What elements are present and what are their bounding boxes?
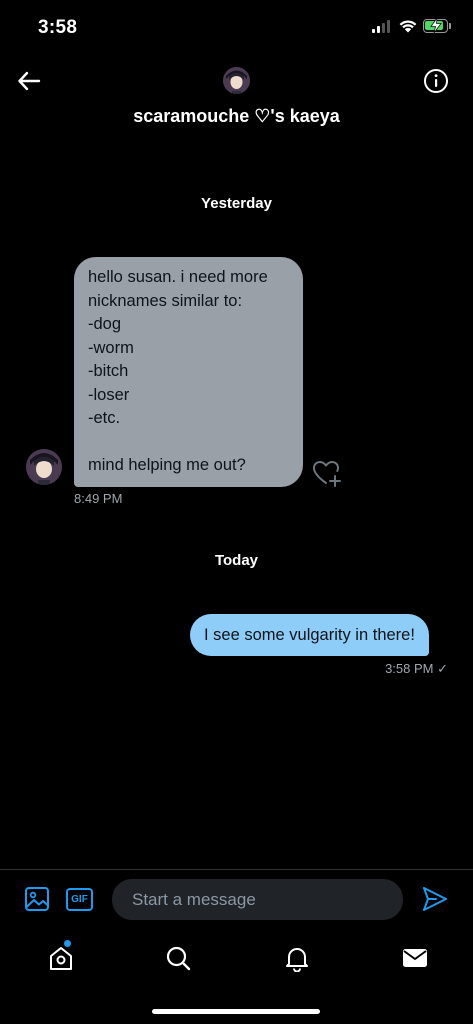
image-icon[interactable] <box>24 886 50 912</box>
search-icon[interactable] <box>164 944 192 972</box>
battery-icon <box>423 18 448 33</box>
home-indicator[interactable] <box>152 1009 320 1014</box>
notification-dot <box>64 940 71 947</box>
heart-plus-icon[interactable] <box>312 459 342 487</box>
gif-icon[interactable]: GIF <box>66 888 93 911</box>
day-separator-today: Today <box>214 552 259 569</box>
status-time: 3:58 <box>38 17 78 38</box>
conversation-title[interactable]: scaramouche ♡'s kaeya <box>0 106 473 127</box>
sent-timestamp: 3:58 PM ✓ <box>385 661 448 676</box>
send-icon[interactable] <box>421 885 449 913</box>
wifi-icon <box>399 20 417 33</box>
message-input[interactable]: Start a message <box>112 879 403 920</box>
day-separator-yesterday: Yesterday <box>201 195 272 212</box>
header-avatar[interactable] <box>223 67 250 94</box>
sender-avatar[interactable] <box>26 449 62 485</box>
cellular-signal-icon <box>372 20 390 33</box>
home-icon[interactable] <box>47 944 75 972</box>
composer-divider <box>0 869 473 870</box>
received-timestamp: 8:49 PM <box>74 491 123 506</box>
info-icon[interactable] <box>423 68 449 94</box>
battery-tip <box>449 23 451 29</box>
bell-icon[interactable] <box>283 944 311 972</box>
sent-message-bubble[interactable]: I see some vulgarity in there! <box>190 614 429 656</box>
back-arrow-icon[interactable] <box>16 68 42 94</box>
mail-icon[interactable] <box>401 944 429 972</box>
received-message-bubble[interactable]: hello susan. i need more nicknames simil… <box>74 257 303 487</box>
